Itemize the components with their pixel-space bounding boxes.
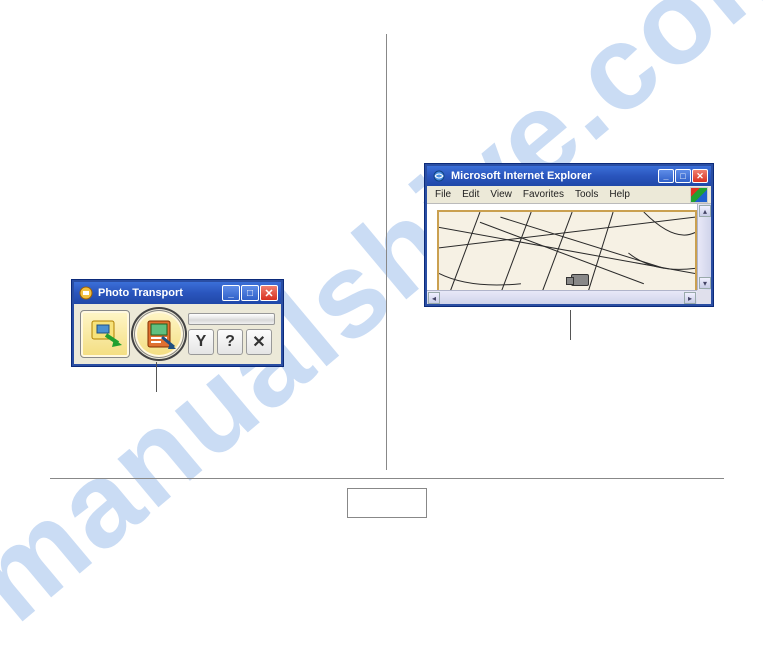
photo-transport-window: Photo Transport _ □ ✕ [72,280,283,366]
transfer-icon [88,317,122,351]
minimize-button[interactable]: _ [222,285,240,301]
ie-window: Microsoft Internet Explorer _ □ ✕ File E… [425,164,713,306]
close-tool-button[interactable]: ✕ [246,329,272,355]
capture-button[interactable] [134,310,184,358]
menu-view[interactable]: View [490,189,512,200]
progress-bar [188,313,275,325]
column-divider [386,34,387,470]
capture-icon [142,317,176,351]
footer-rule [50,478,724,479]
scrollbar-vertical[interactable]: ▴ ▾ [697,204,711,290]
menubar: File Edit View Favorites Tools Help [427,186,711,204]
content-area: ▴ ▾ ◂ ▸ [427,204,711,304]
menu-tools[interactable]: Tools [575,189,598,200]
titlebar[interactable]: Microsoft Internet Explorer _ □ ✕ [427,166,711,186]
scrollbar-horizontal[interactable]: ◂ ▸ [427,290,697,304]
ie-app-icon [432,169,446,183]
scroll-corner [697,290,711,304]
callout-line [570,310,571,340]
menu-help[interactable]: Help [609,189,630,200]
scroll-right-button[interactable]: ▸ [684,292,696,304]
windows-flag-icon [690,187,708,203]
maximize-button[interactable]: □ [675,169,691,183]
minimize-button[interactable]: _ [658,169,674,183]
toolbar: Y ? ✕ [74,304,281,364]
menu-file[interactable]: File [435,189,451,200]
map-image[interactable] [437,210,697,296]
callout-line [156,362,157,392]
scroll-left-button[interactable]: ◂ [428,292,440,304]
settings-button[interactable]: Y [188,329,214,355]
titlebar[interactable]: Photo Transport _ □ ✕ [74,282,281,304]
close-button[interactable]: ✕ [260,285,278,301]
transfer-button[interactable] [80,310,130,358]
menu-favorites[interactable]: Favorites [523,189,564,200]
window-title: Microsoft Internet Explorer [451,170,653,182]
camera-marker-icon[interactable] [571,274,589,286]
close-button[interactable]: ✕ [692,169,708,183]
maximize-button[interactable]: □ [241,285,259,301]
menu-edit[interactable]: Edit [462,189,479,200]
scroll-down-button[interactable]: ▾ [699,277,711,289]
photo-transport-app-icon [79,286,93,300]
help-button[interactable]: ? [217,329,243,355]
page-number-box [347,488,427,518]
scroll-up-button[interactable]: ▴ [699,205,711,217]
window-title: Photo Transport [98,287,217,299]
